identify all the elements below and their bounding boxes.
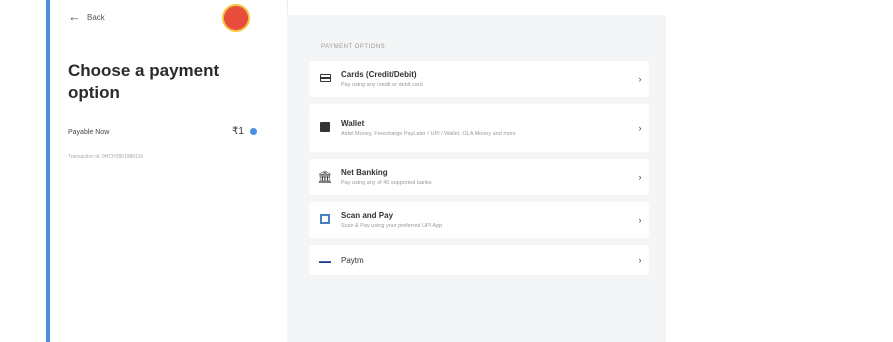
payable-now-label: Payable Now	[68, 129, 110, 136]
option-subtitle: Pay using any of 40 supported banks	[341, 179, 432, 186]
chevron-right-icon: ›	[638, 74, 642, 84]
payment-option-net-banking[interactable]: 🏛 Net Banking Pay using any of 40 suppor…	[309, 159, 649, 195]
payment-options-area: PAYMENT OPTIONS Cards (Credit/Debit) Pay…	[287, 15, 666, 342]
wallet-icon	[320, 121, 330, 132]
back-label: Back	[87, 12, 105, 22]
payment-option-cards[interactable]: Cards (Credit/Debit) Pay using any credi…	[309, 61, 649, 97]
option-title: Scan and Pay	[341, 210, 394, 220]
option-title: Cards (Credit/Debit)	[341, 69, 417, 79]
page-title: Choose a payment option	[68, 61, 220, 102]
option-subtitle: Pay using any credit or debit card	[341, 81, 423, 88]
back-button[interactable]: ← Back	[68, 9, 105, 24]
payment-option-paytm[interactable]: ▬▬ Paytm ›	[309, 245, 649, 275]
section-label: PAYMENT OPTIONS	[321, 44, 386, 50]
qr-scan-icon	[320, 213, 330, 224]
option-subtitle: Airtel Money, Freecharge PayLater / UPI …	[341, 130, 516, 137]
order-summary-panel: ← Back Choose a payment option Payable N…	[50, 0, 288, 342]
option-title: Paytm	[341, 255, 364, 265]
payment-option-scan-and-pay[interactable]: Scan and Pay Scan & Pay using your prefe…	[309, 202, 649, 238]
option-title: Net Banking	[341, 167, 388, 177]
merchant-logo	[222, 4, 250, 32]
paytm-logo-icon: ▬▬	[319, 259, 331, 265]
transaction-id: Transaction id: 9HCH2801988116	[68, 154, 144, 160]
card-icon	[319, 74, 331, 82]
right-blank-panel	[666, 15, 893, 342]
info-icon[interactable]	[249, 128, 257, 135]
chevron-right-icon: ›	[638, 255, 642, 265]
chevron-right-icon: ›	[638, 123, 642, 133]
payment-option-wallet[interactable]: Wallet Airtel Money, Freecharge PayLater…	[309, 104, 649, 152]
payable-amount-value: ₹1	[232, 126, 244, 137]
payable-amount: ₹1	[232, 126, 257, 137]
back-arrow-icon: ←	[68, 9, 81, 24]
bank-icon: 🏛	[317, 170, 333, 184]
chevron-right-icon: ›	[638, 172, 642, 182]
option-subtitle: Scan & Pay using your preferred UPI App	[341, 222, 443, 229]
option-title: Wallet	[341, 118, 365, 128]
chevron-right-icon: ›	[638, 215, 642, 225]
